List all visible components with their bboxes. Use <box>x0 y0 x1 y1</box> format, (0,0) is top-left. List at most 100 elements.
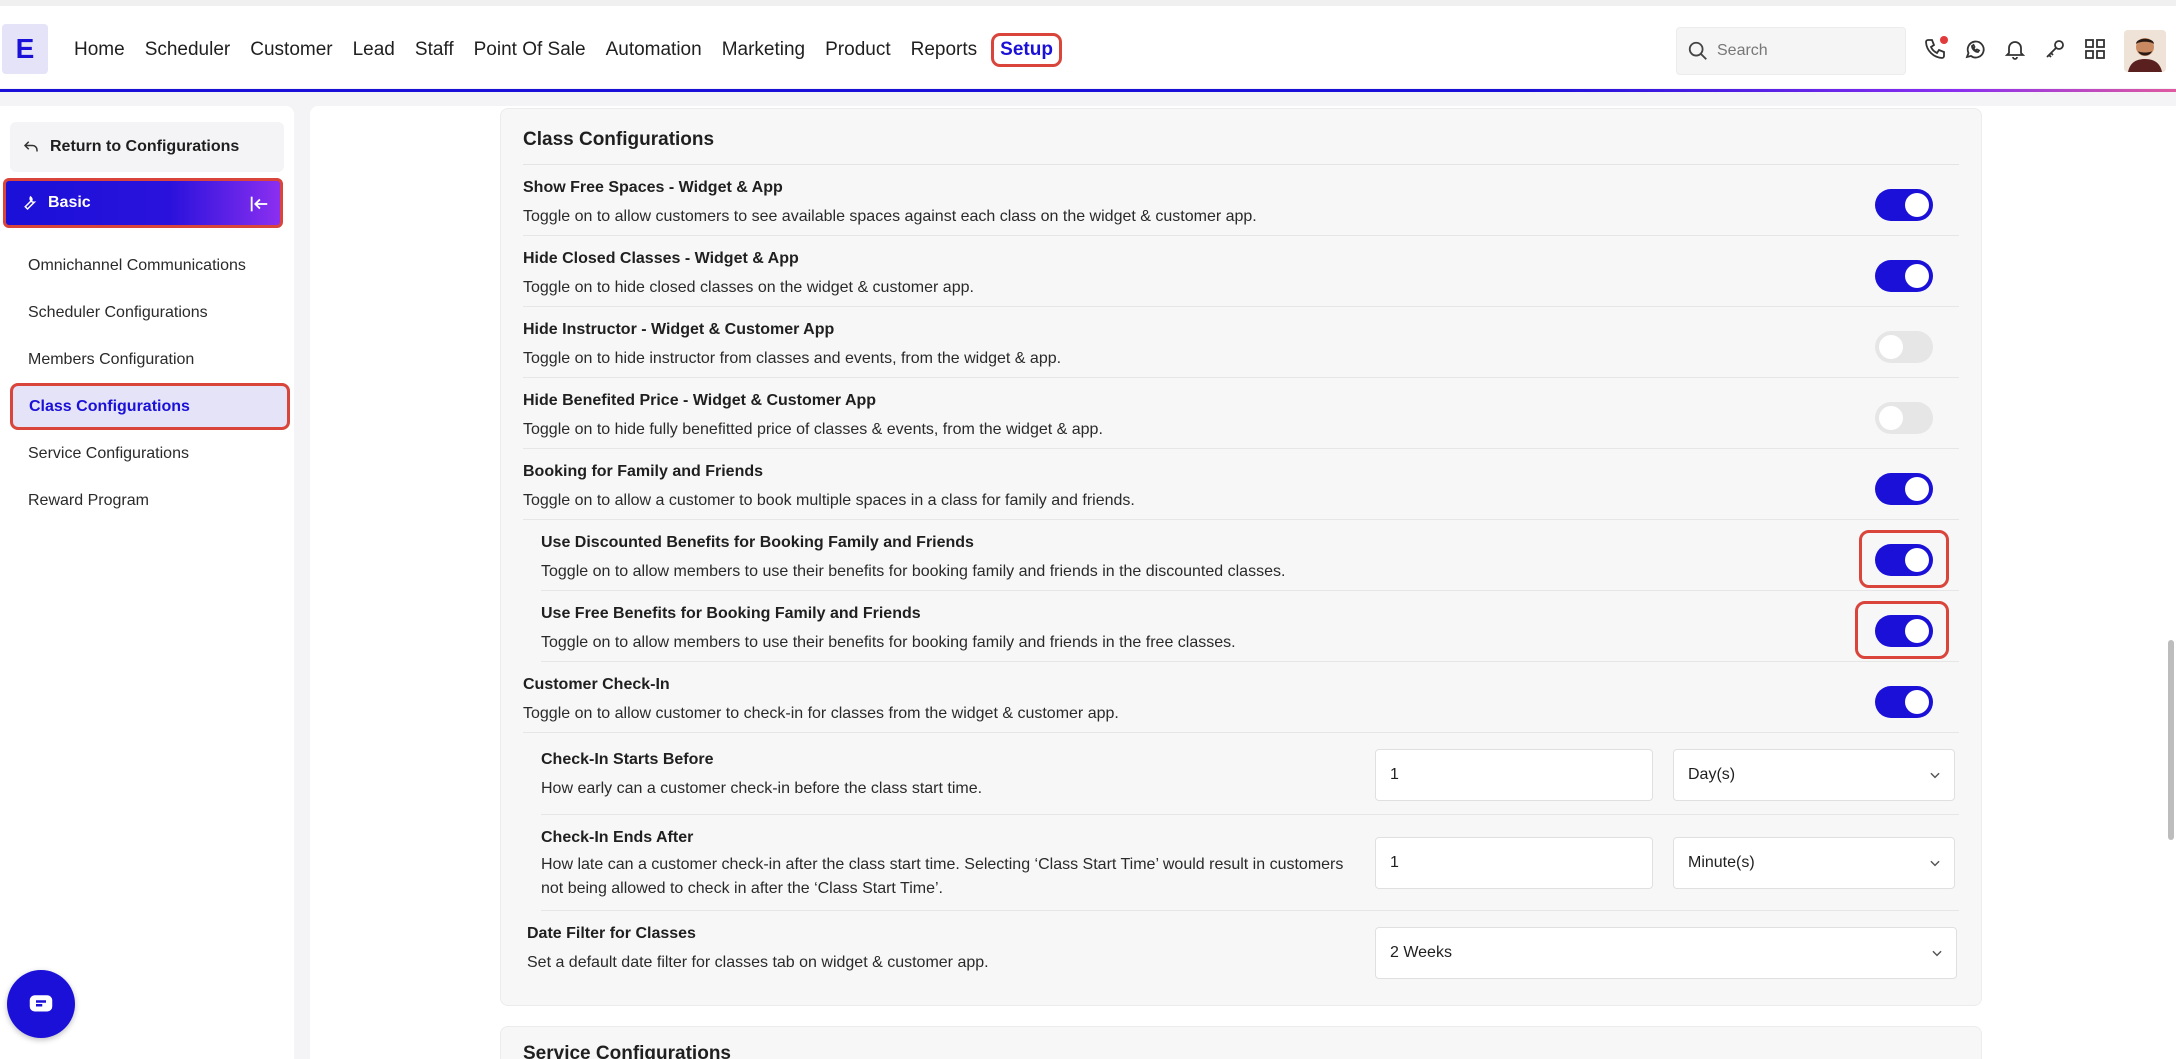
class-configurations-card: Class Configurations Show Free Spaces - … <box>500 108 1982 1006</box>
checkin-end-row: Check-In Ends After How late can a custo… <box>541 815 1959 911</box>
setting-row: Customer Check-In Toggle on to allow cus… <box>523 662 1959 733</box>
checkin-start-value-input[interactable]: 1 <box>1375 749 1653 801</box>
setting-title: Use Discounted Benefits for Booking Fami… <box>541 534 974 551</box>
setting-title: Check-In Starts Before <box>541 751 714 768</box>
sidebar-menu: Omnichannel Communications Scheduler Con… <box>10 242 290 524</box>
nav-staff[interactable]: Staff <box>405 33 464 67</box>
setting-row: Hide Instructor - Widget & Customer App … <box>523 307 1959 378</box>
chevron-down-icon <box>1932 950 1942 957</box>
setting-title: Date Filter for Classes <box>527 925 696 942</box>
phone-icon[interactable] <box>1922 36 1948 62</box>
setting-description: Toggle on to allow customer to check-in … <box>523 705 1119 722</box>
basic-section-button[interactable]: Basic <box>3 178 283 228</box>
setting-description: Toggle on to allow members to use their … <box>541 563 1286 580</box>
checkin-start-row: Check-In Starts Before How early can a c… <box>541 733 1959 815</box>
nav-marketing[interactable]: Marketing <box>712 33 815 67</box>
checkin-end-value-input[interactable]: 1 <box>1375 837 1653 889</box>
setting-description: How early can a customer check-in before… <box>541 780 983 797</box>
top-bar: E Home Scheduler Customer Lead Staff Poi… <box>0 0 2176 92</box>
return-label: Return to Configurations <box>50 138 240 155</box>
checkin-start-unit-select[interactable]: Day(s) <box>1673 749 1955 801</box>
whatsapp-icon[interactable] <box>1962 36 1988 62</box>
setting-title: Hide Closed Classes - Widget & App <box>523 250 799 267</box>
collapse-sidebar-icon[interactable] <box>248 193 270 215</box>
nav-home[interactable]: Home <box>64 33 135 67</box>
service-configurations-card: Service Configurations <box>500 1026 1982 1059</box>
setting-row: Use Free Benefits for Booking Family and… <box>541 591 1959 662</box>
setting-title: Hide Instructor - Widget & Customer App <box>523 321 835 338</box>
select-value: 2 Weeks <box>1390 944 1452 961</box>
checkin-end-unit-select[interactable]: Minute(s) <box>1673 837 1955 889</box>
search-box[interactable] <box>1676 27 1906 75</box>
sidebar-item-members[interactable]: Members Configuration <box>10 336 290 383</box>
return-to-configurations-button[interactable]: Return to Configurations <box>10 122 284 172</box>
hide-benefited-price-toggle[interactable] <box>1875 402 1933 434</box>
nav-product[interactable]: Product <box>815 33 900 67</box>
wrench-icon <box>24 195 37 211</box>
setting-row: Show Free Spaces - Widget & App Toggle o… <box>523 165 1959 236</box>
top-bar-accent-line <box>0 89 2176 92</box>
search-icon <box>1688 41 1707 60</box>
booking-family-friends-toggle[interactable] <box>1875 473 1933 505</box>
grid-icon[interactable] <box>2082 36 2108 62</box>
show-free-spaces-toggle[interactable] <box>1875 189 1933 221</box>
setting-description: Toggle on to hide fully benefitted price… <box>523 421 1103 438</box>
notification-dot <box>1940 36 1948 44</box>
nav-lead[interactable]: Lead <box>343 33 405 67</box>
setting-description: Toggle on to hide instructor from classe… <box>523 350 1062 367</box>
setting-description: Toggle on to allow customers to see avai… <box>523 208 1257 225</box>
bell-icon[interactable] <box>2002 36 2028 62</box>
sidebar: Return to Configurations Basic Omnichann… <box>0 106 294 1059</box>
main-nav: Home Scheduler Customer Lead Staff Point… <box>64 30 1062 70</box>
date-filter-select[interactable]: 2 Weeks <box>1375 927 1957 979</box>
search-input[interactable] <box>1717 42 1887 60</box>
avatar[interactable] <box>2124 30 2166 72</box>
chevron-down-icon <box>1930 772 1940 779</box>
setting-title: Hide Benefited Price - Widget & Customer… <box>523 392 877 409</box>
setting-row: Booking for Family and Friends Toggle on… <box>523 449 1959 520</box>
page-scrollbar[interactable] <box>2168 640 2174 840</box>
hide-closed-classes-toggle[interactable] <box>1875 260 1933 292</box>
setting-row: Use Discounted Benefits for Booking Fami… <box>541 520 1959 591</box>
main-content: Class Configurations Show Free Spaces - … <box>310 106 2176 1059</box>
sidebar-item-class[interactable]: Class Configurations <box>10 383 290 430</box>
app-logo[interactable]: E <box>2 24 48 74</box>
setting-description: Toggle on to allow members to use their … <box>541 634 1236 651</box>
top-icon-bar <box>1922 36 2108 62</box>
setting-row: Hide Benefited Price - Widget & Customer… <box>523 378 1959 449</box>
setting-title: Booking for Family and Friends <box>523 463 764 480</box>
nav-automation[interactable]: Automation <box>596 33 712 67</box>
customer-check-in-toggle[interactable] <box>1875 686 1933 718</box>
setting-title: Customer Check-In <box>523 676 670 693</box>
setting-title: Show Free Spaces - Widget & App <box>523 179 783 196</box>
setting-title: Use Free Benefits for Booking Family and… <box>541 605 921 622</box>
nav-customer[interactable]: Customer <box>240 33 342 67</box>
setting-row: Hide Closed Classes - Widget & App Toggl… <box>523 236 1959 307</box>
free-benefits-toggle[interactable] <box>1875 615 1933 647</box>
select-value: Minute(s) <box>1688 854 1755 871</box>
card-title: Service Configurations <box>523 1043 731 1059</box>
key-icon[interactable] <box>2042 36 2068 62</box>
setting-description: Toggle on to allow a customer to book mu… <box>523 492 1135 509</box>
card-title: Class Configurations <box>523 129 715 150</box>
chat-button[interactable] <box>7 970 75 1038</box>
nav-scheduler[interactable]: Scheduler <box>135 33 241 67</box>
date-filter-row: Date Filter for Classes Set a default da… <box>527 911 1959 995</box>
nav-reports[interactable]: Reports <box>901 33 988 67</box>
nav-point-of-sale[interactable]: Point Of Sale <box>464 33 596 67</box>
chevron-down-icon <box>1930 860 1940 867</box>
sidebar-item-omnichannel[interactable]: Omnichannel Communications <box>10 242 290 289</box>
setting-description: Set a default date filter for classes ta… <box>527 954 989 971</box>
sidebar-item-reward[interactable]: Reward Program <box>10 477 290 524</box>
hide-instructor-toggle[interactable] <box>1875 331 1933 363</box>
sidebar-item-service[interactable]: Service Configurations <box>10 430 290 477</box>
setting-description: How late can a customer check-in after t… <box>541 856 1344 897</box>
setting-title: Check-In Ends After <box>541 829 694 846</box>
basic-label: Basic <box>48 194 91 211</box>
select-value: Day(s) <box>1688 766 1736 783</box>
sidebar-item-scheduler[interactable]: Scheduler Configurations <box>10 289 290 336</box>
chat-icon <box>29 995 53 1012</box>
setting-description: Toggle on to hide closed classes on the … <box>523 279 974 296</box>
discounted-benefits-toggle[interactable] <box>1875 544 1933 576</box>
nav-setup[interactable]: Setup <box>991 33 1062 67</box>
